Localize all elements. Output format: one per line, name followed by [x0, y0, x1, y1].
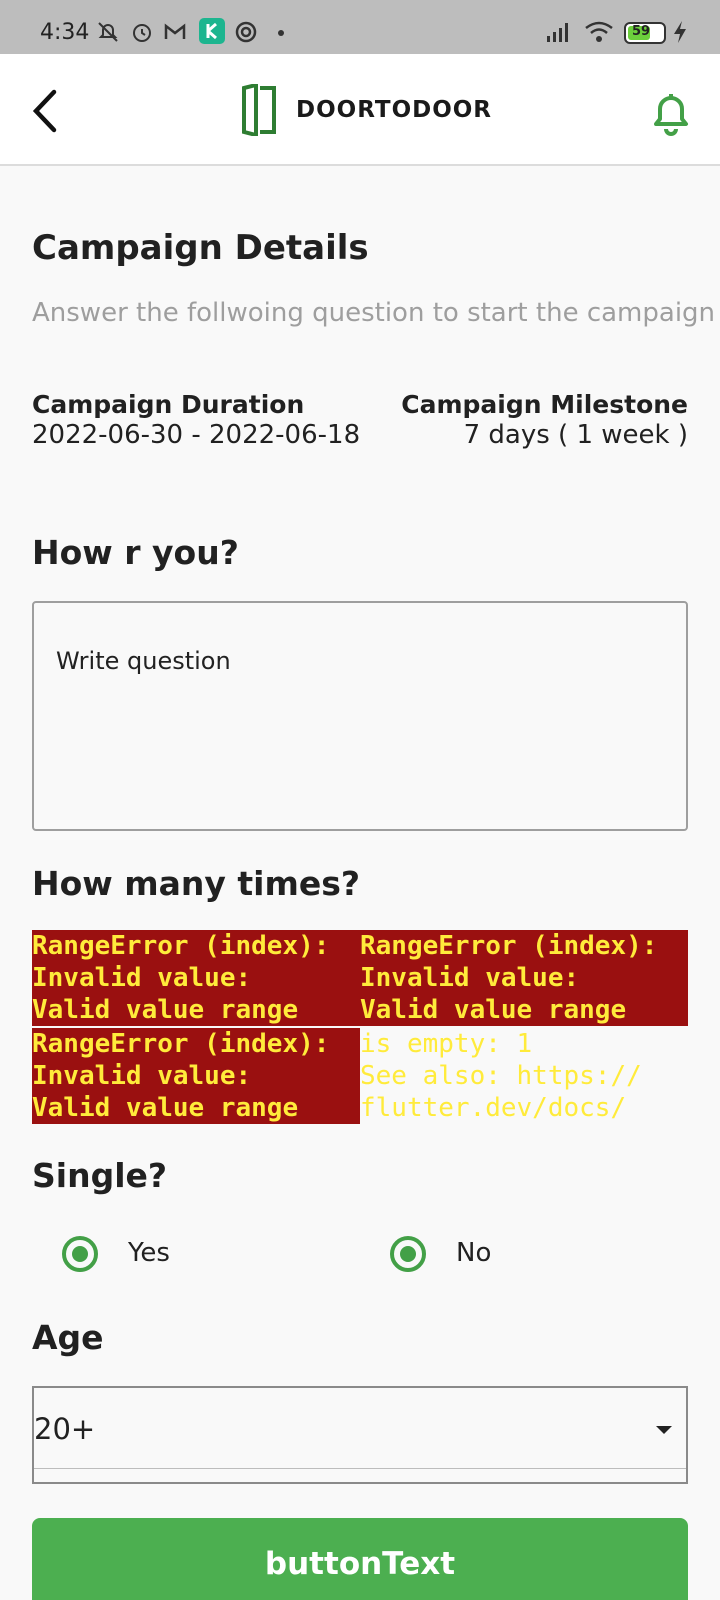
campaign-duration-value: 2022-06-30 - 2022-06-18: [32, 420, 361, 450]
range-error-box-3: RangeError (index): Invalid value: Valid…: [32, 1028, 360, 1124]
answer-text-area[interactable]: Write question: [32, 601, 688, 831]
back-arrow-icon[interactable]: [26, 86, 66, 136]
question-label-1: How r you?: [32, 533, 239, 572]
range-error-box-2: RangeError (index): Invalid value: Valid…: [360, 930, 688, 1026]
battery-icon: 59: [624, 22, 666, 44]
battery-level: 59: [632, 24, 651, 39]
app-bar: DOORTODOOR: [0, 54, 720, 166]
dropdown-arrow-icon: [656, 1426, 672, 1434]
radio-no-label: No: [456, 1238, 492, 1268]
door-logo-icon: [242, 84, 276, 136]
campaign-duration-label: Campaign Duration: [32, 390, 305, 419]
question-label-3: Single?: [32, 1156, 168, 1195]
alarm-icon: [133, 24, 151, 42]
more-dot-icon: [278, 30, 284, 36]
charging-icon: [674, 21, 686, 43]
age-dropdown-value: 20+: [34, 1412, 96, 1446]
question-label-4: Age: [32, 1318, 104, 1357]
app-notification-icon: [199, 18, 225, 44]
wifi-icon: [585, 21, 613, 42]
submit-button[interactable]: buttonText: [32, 1518, 688, 1600]
status-bar: 4:34 59: [0, 0, 720, 54]
bell-icon[interactable]: [650, 90, 692, 136]
signal-icon: [547, 23, 568, 42]
range-error-box-1: RangeError (index): Invalid value: Valid…: [32, 930, 360, 1026]
answer-placeholder: Write question: [56, 647, 231, 675]
notifications-off-icon: [98, 22, 118, 42]
sync-icon: [235, 21, 257, 43]
app-logo: DOORTODOOR: [240, 84, 492, 136]
page-subtitle: Answer the follwoing question to start t…: [32, 298, 716, 328]
radio-yes-label: Yes: [128, 1238, 170, 1268]
status-time: 4:34: [40, 20, 90, 45]
logo-text: DOORTODOOR: [296, 97, 493, 123]
page-title: Campaign Details: [32, 228, 369, 268]
radio-yes[interactable]: [62, 1236, 98, 1272]
dropdown-underline: [34, 1468, 686, 1469]
age-dropdown[interactable]: 20+: [32, 1386, 688, 1484]
campaign-milestone-label: Campaign Milestone: [401, 390, 688, 419]
radio-no[interactable]: [390, 1236, 426, 1272]
campaign-milestone-value: 7 days ( 1 week ): [463, 420, 688, 450]
range-error-text-4: is empty: 1 See also: https:// flutter.d…: [360, 1029, 642, 1123]
gmail-icon: [164, 23, 186, 39]
question-label-2: How many times?: [32, 864, 361, 903]
